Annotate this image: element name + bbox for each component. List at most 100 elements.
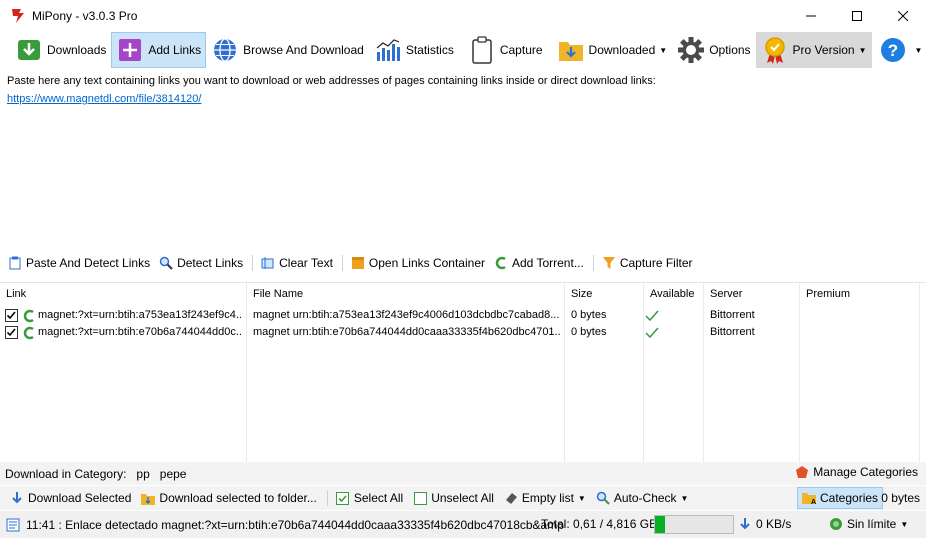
options-label: Options bbox=[709, 43, 751, 57]
row-link: magnet:?xt=urn:btih:e70b6a744044dd0c... bbox=[38, 326, 243, 338]
clear-text-button[interactable]: Clear Text bbox=[261, 256, 333, 270]
chevron-down-icon: ▼ bbox=[680, 493, 689, 503]
pro-version-button[interactable]: Pro Version ▼ bbox=[755, 32, 872, 68]
detect-links-button[interactable]: Detect Links bbox=[159, 256, 243, 270]
paste-links-textarea[interactable]: Paste here any text containing links you… bbox=[0, 69, 926, 252]
category-item-pp[interactable]: pp bbox=[136, 467, 149, 481]
select-all-button[interactable]: Select All bbox=[336, 491, 403, 505]
eraser-icon bbox=[504, 491, 518, 505]
action-toolbar: Download Selected Download selected to f… bbox=[0, 486, 926, 510]
chevron-down-icon: ▼ bbox=[900, 519, 909, 529]
available-check-icon bbox=[645, 327, 659, 339]
checkbox-empty-icon bbox=[413, 491, 427, 505]
status-message: 11:41 : Enlace detectado magnet:?xt=urn:… bbox=[26, 517, 564, 532]
manage-categories-label: Manage Categories bbox=[813, 465, 918, 479]
selected-size: 0 bytes bbox=[881, 491, 920, 505]
options-button[interactable]: Options bbox=[672, 32, 755, 68]
statistics-label: Statistics bbox=[405, 43, 454, 57]
minimize-icon bbox=[806, 15, 816, 16]
close-button[interactable] bbox=[880, 0, 926, 31]
speed-limit-icon bbox=[830, 518, 842, 530]
unselect-all-button[interactable]: Unselect All bbox=[413, 491, 494, 505]
close-icon bbox=[898, 10, 908, 21]
magnifier-icon bbox=[596, 491, 610, 505]
downloads-button[interactable]: Downloads bbox=[10, 32, 111, 68]
capture-button[interactable]: Capture bbox=[463, 32, 548, 68]
browse-and-download-button[interactable]: Browse And Download bbox=[206, 32, 369, 68]
main-toolbar: Downloads Add Links Browse And Download … bbox=[0, 31, 926, 69]
medal-icon bbox=[761, 36, 789, 64]
toolbar-separator bbox=[326, 490, 328, 506]
detect-links-label: Detect Links bbox=[177, 256, 244, 270]
chevron-down-icon: ▼ bbox=[858, 45, 867, 55]
category-label: Download in Category: bbox=[5, 466, 127, 481]
open-links-container-button[interactable]: Open Links Container bbox=[351, 256, 485, 270]
toolbar-separator bbox=[252, 255, 254, 271]
container-icon bbox=[351, 256, 365, 270]
add-links-button[interactable]: Add Links bbox=[111, 32, 207, 68]
capture-filter-button[interactable]: Capture Filter bbox=[602, 256, 693, 270]
torrent-icon bbox=[23, 326, 34, 340]
torrent-icon bbox=[494, 256, 508, 270]
column-available-label: Available bbox=[650, 288, 695, 300]
link-tools-toolbar: Paste And Detect Links Detect Links Clea… bbox=[0, 252, 926, 274]
log-icon bbox=[6, 518, 20, 532]
downloaded-button[interactable]: Downloaded ▼ bbox=[552, 32, 673, 68]
row-file-name: magnet urn:btih:e70b6a744044dd0caaa33335… bbox=[253, 326, 561, 338]
download-selected-label: Download Selected bbox=[28, 491, 132, 505]
available-check-icon bbox=[645, 310, 659, 322]
download-to-folder-label: Download selected to folder... bbox=[159, 491, 317, 505]
downloaded-label: Downloaded bbox=[588, 43, 656, 57]
category-item-pepe[interactable]: pepe bbox=[160, 467, 187, 481]
minimize-button[interactable] bbox=[788, 0, 834, 31]
magnifier-icon bbox=[159, 256, 173, 270]
title-bar: MiPony - v3.0.3 Pro bbox=[0, 0, 926, 31]
eraser-icon bbox=[261, 256, 275, 270]
capture-label: Capture bbox=[499, 43, 543, 57]
column-server-label: Server bbox=[710, 288, 743, 300]
capture-filter-label: Capture Filter bbox=[619, 256, 693, 270]
column-link-label: Link bbox=[6, 288, 27, 300]
row-checkbox[interactable] bbox=[5, 309, 18, 322]
window-title: MiPony - v3.0.3 Pro bbox=[32, 8, 138, 23]
chevron-down-icon: ▼ bbox=[914, 45, 923, 55]
table-row[interactable]: magnet:?xt=urn:btih:e70b6a744044dd0c... … bbox=[0, 325, 926, 342]
maximize-button[interactable] bbox=[834, 0, 880, 31]
clear-text-label: Clear Text bbox=[279, 256, 333, 270]
folder-download-icon bbox=[141, 491, 156, 505]
category-bar: Download in Category: pp pepe Manage Cat… bbox=[0, 462, 926, 485]
download-speed: 0 KB/s bbox=[740, 517, 791, 531]
svg-text:A: A bbox=[811, 499, 816, 505]
add-torrent-button[interactable]: Add Torrent... bbox=[494, 256, 584, 270]
manage-categories-button[interactable]: Manage Categories bbox=[795, 465, 918, 479]
downloads-icon bbox=[15, 36, 43, 64]
downloads-label: Downloads bbox=[47, 43, 107, 57]
help-button[interactable]: ? ▼ bbox=[872, 32, 926, 68]
checkbox-checked-icon bbox=[336, 491, 350, 505]
row-checkbox[interactable] bbox=[5, 326, 18, 339]
empty-list-button[interactable]: Empty list ▼ bbox=[504, 491, 586, 505]
download-arrow-icon bbox=[10, 491, 24, 505]
disk-usage-progress bbox=[654, 515, 734, 534]
statistics-button[interactable]: Statistics bbox=[369, 32, 459, 68]
checkmark-icon bbox=[6, 328, 16, 337]
row-server: Bittorrent bbox=[710, 309, 755, 321]
pasted-link[interactable]: https://www.magnetdl.com/file/3814120/ bbox=[7, 93, 919, 105]
status-bar: 11:41 : Enlace detectado magnet:?xt=urn:… bbox=[0, 511, 926, 538]
row-link: magnet:?xt=urn:btih:a753ea13f243ef9c4... bbox=[38, 309, 243, 321]
maximize-icon bbox=[852, 10, 862, 21]
download-selected-button[interactable]: Download Selected bbox=[10, 491, 131, 505]
auto-check-button[interactable]: Auto-Check ▼ bbox=[596, 491, 689, 505]
statistics-icon bbox=[374, 36, 402, 64]
column-file-name-label: File Name bbox=[253, 288, 304, 300]
column-size-label: Size bbox=[571, 288, 593, 300]
categories-toggle-button[interactable]: A Categories bbox=[797, 487, 884, 509]
paste-and-detect-button[interactable]: Paste And Detect Links bbox=[8, 256, 150, 270]
table-row[interactable]: magnet:?xt=urn:btih:a753ea13f243ef9c4...… bbox=[0, 308, 926, 325]
browse-and-download-label: Browse And Download bbox=[243, 43, 364, 57]
speed-limit-dropdown[interactable]: Sin límite ▼ bbox=[829, 517, 908, 531]
categories-label: Categories bbox=[820, 491, 879, 505]
download-to-folder-button[interactable]: Download selected to folder... bbox=[141, 491, 317, 505]
help-icon: ? bbox=[879, 36, 907, 64]
filter-icon bbox=[602, 256, 616, 270]
